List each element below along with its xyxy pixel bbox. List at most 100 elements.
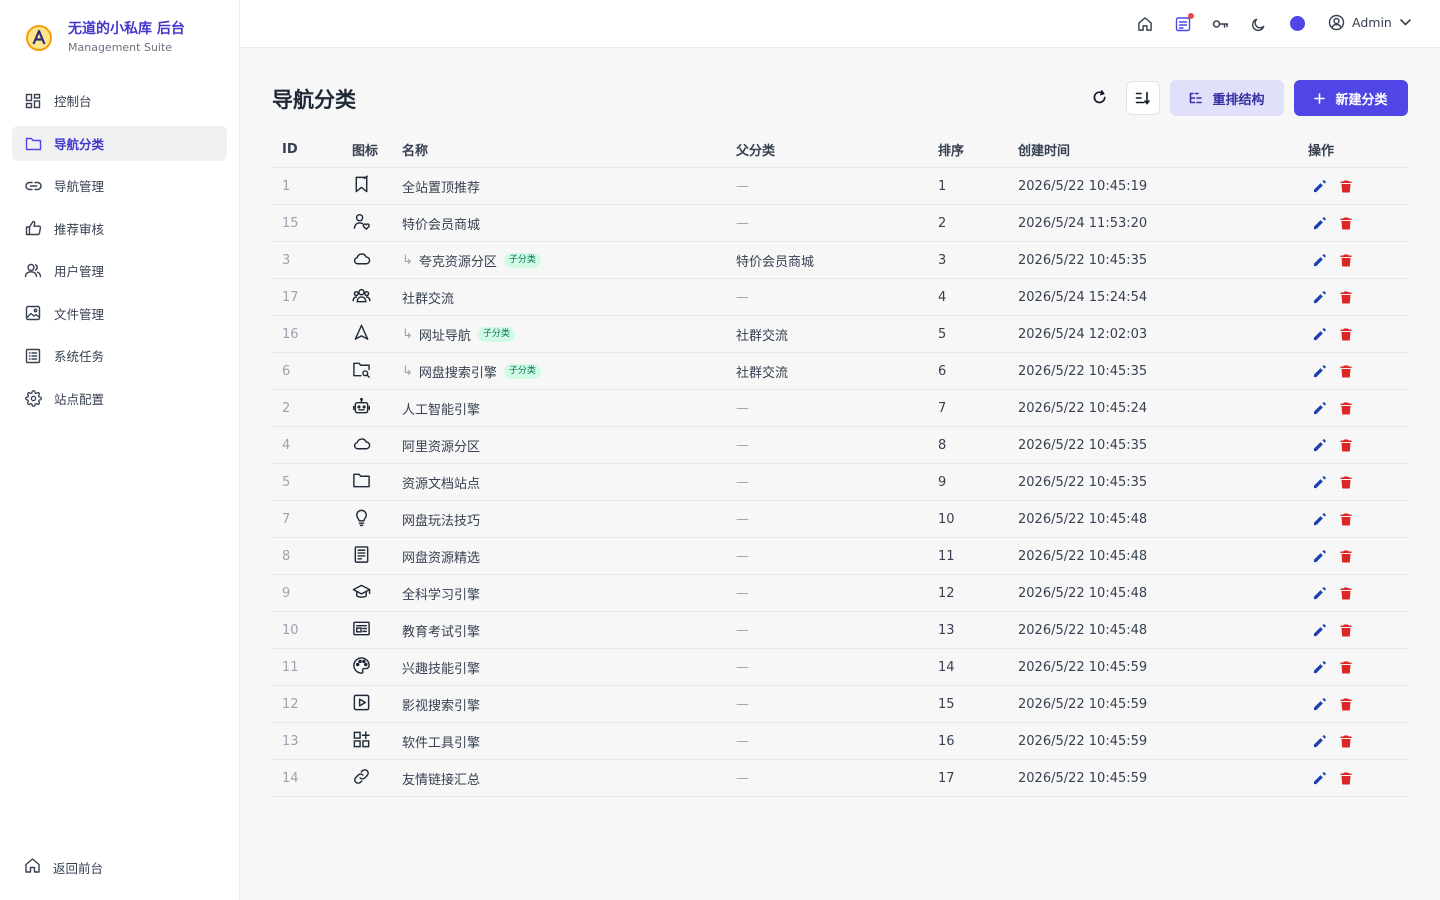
image-icon [24, 304, 42, 322]
sort-icon [1135, 91, 1150, 105]
delete-icon[interactable] [1339, 734, 1353, 748]
delete-icon[interactable] [1339, 438, 1353, 452]
row-id: 2 [282, 400, 291, 416]
user-menu[interactable]: Admin [1328, 14, 1411, 31]
table-row[interactable]: 17 社群交流 — 4 2026/5/24 15:24:54 [272, 279, 1408, 316]
sidebar-item-files[interactable]: 文件管理 [12, 296, 227, 331]
table-row[interactable]: 15 特价会员商城 — 2 2026/5/24 11:53:20 [272, 205, 1408, 242]
edit-icon[interactable] [1312, 660, 1326, 674]
row-sort: 12 [938, 585, 955, 601]
refresh-button[interactable] [1088, 86, 1110, 108]
delete-icon[interactable] [1339, 586, 1353, 600]
sidebar-item-nav-management[interactable]: 导航管理 [12, 168, 227, 203]
notifications-icon[interactable] [1173, 13, 1194, 34]
table-row[interactable]: 4 阿里资源分区 — 8 2026/5/22 10:45:35 [272, 427, 1408, 464]
sidebar-item-users[interactable]: 用户管理 [12, 253, 227, 288]
edit-icon[interactable] [1312, 512, 1326, 526]
delete-icon[interactable] [1339, 697, 1353, 711]
row-parent: — [736, 697, 938, 712]
row-icon-cell [342, 767, 402, 790]
column-header-created: 创建时间 [1018, 144, 1071, 159]
edit-icon[interactable] [1312, 623, 1326, 637]
row-parent-value: — [736, 289, 749, 305]
sidebar-item-system-tasks[interactable]: 系统任务 [12, 338, 227, 373]
sort-toggle-button[interactable] [1126, 81, 1160, 115]
table-row[interactable]: 13 软件工具引擎 — 16 2026/5/22 10:45:59 [272, 723, 1408, 760]
delete-icon[interactable] [1339, 290, 1353, 304]
table-row[interactable]: 6 ↳ 网盘搜索引擎 子分类 社群交流 6 2026/5/22 10:45:35 [272, 353, 1408, 390]
row-sort: 10 [938, 511, 955, 527]
edit-icon[interactable] [1312, 734, 1326, 748]
table-row[interactable]: 5 资源文档站点 — 9 2026/5/22 10:45:35 [272, 464, 1408, 501]
delete-icon[interactable] [1339, 364, 1353, 378]
table-row[interactable]: 2 人工智能引擎 — 7 2026/5/22 10:45:24 [272, 390, 1408, 427]
table-row[interactable]: 9 全科学习引擎 — 12 2026/5/22 10:45:48 [272, 575, 1408, 612]
row-actions [1308, 327, 1408, 341]
row-created: 2026/5/22 10:45:48 [1018, 585, 1148, 601]
key-icon[interactable] [1210, 14, 1230, 34]
back-to-frontend-link[interactable]: 返回前台 [24, 857, 103, 878]
table-row[interactable]: 11 兴趣技能引擎 — 14 2026/5/22 10:45:59 [272, 649, 1408, 686]
delete-icon[interactable] [1339, 771, 1353, 785]
group-icon [352, 286, 371, 305]
edit-icon[interactable] [1312, 586, 1326, 600]
row-actions [1308, 438, 1408, 452]
delete-icon[interactable] [1339, 327, 1353, 341]
sidebar-item-recommend-review[interactable]: 推荐审核 [12, 211, 227, 246]
edit-icon[interactable] [1312, 401, 1326, 415]
edit-icon[interactable] [1312, 438, 1326, 452]
restructure-button[interactable]: 重排结构 [1170, 80, 1284, 116]
edit-icon[interactable] [1312, 327, 1326, 341]
table-row[interactable]: 16 ↳ 网址导航 子分类 社群交流 5 2026/5/24 12:02:03 [272, 316, 1408, 353]
delete-icon[interactable] [1339, 660, 1353, 674]
table-row[interactable]: 7 网盘玩法技巧 — 10 2026/5/22 10:45:48 [272, 501, 1408, 538]
table-row[interactable]: 1 全站置顶推荐 — 1 2026/5/22 10:45:19 [272, 168, 1408, 205]
notification-dot [1188, 13, 1194, 19]
sidebar-item-site-config[interactable]: 站点配置 [12, 381, 227, 416]
delete-icon[interactable] [1339, 475, 1353, 489]
edit-icon[interactable] [1312, 216, 1326, 230]
edit-icon[interactable] [1312, 549, 1326, 563]
sidebar-item-dashboard[interactable]: 控制台 [12, 83, 227, 118]
column-header-id: ID [282, 142, 298, 157]
edit-icon[interactable] [1312, 290, 1326, 304]
edit-icon[interactable] [1312, 771, 1326, 785]
delete-icon[interactable] [1339, 179, 1353, 193]
row-icon-cell [342, 249, 402, 272]
table-row[interactable]: 14 友情链接汇总 — 17 2026/5/22 10:45:59 [272, 760, 1408, 797]
edit-icon[interactable] [1312, 253, 1326, 267]
delete-icon[interactable] [1339, 623, 1353, 637]
row-parent: 社群交流 [736, 362, 938, 381]
brand[interactable]: 无道的小私库 后台 Management Suite [24, 20, 185, 55]
theme-color-dot[interactable] [1290, 16, 1305, 31]
new-category-button[interactable]: 新建分类 [1294, 80, 1408, 116]
delete-icon[interactable] [1339, 401, 1353, 415]
edit-icon[interactable] [1312, 475, 1326, 489]
delete-icon[interactable] [1339, 512, 1353, 526]
edit-icon[interactable] [1312, 179, 1326, 193]
row-created: 2026/5/24 11:53:20 [1018, 215, 1148, 231]
sidebar-item-nav-categories[interactable]: 导航分类 [12, 125, 227, 161]
table-row[interactable]: 3 ↳ 夸克资源分区 子分类 特价会员商城 3 2026/5/22 10:45:35 [272, 242, 1408, 279]
row-id: 16 [282, 326, 299, 342]
delete-icon[interactable] [1339, 549, 1353, 563]
child-arrow-icon: ↳ [402, 252, 413, 268]
table-row[interactable]: 8 网盘资源精选 — 11 2026/5/22 10:45:48 [272, 538, 1408, 575]
row-name-cell: 网盘资源精选 [402, 547, 736, 566]
row-parent: — [736, 771, 938, 786]
brand-text: 无道的小私库 后台 Management Suite [68, 20, 185, 55]
table-row[interactable]: 12 影视搜索引擎 — 15 2026/5/22 10:45:59 [272, 686, 1408, 723]
column-header-parent: 父分类 [736, 144, 776, 159]
row-name: 兴趣技能引擎 [402, 661, 481, 677]
row-name: 影视搜索引擎 [402, 698, 481, 714]
home-icon[interactable] [1135, 14, 1155, 34]
delete-icon[interactable] [1339, 216, 1353, 230]
row-actions [1308, 364, 1408, 378]
edit-icon[interactable] [1312, 697, 1326, 711]
delete-icon[interactable] [1339, 253, 1353, 267]
row-parent-value: — [736, 585, 749, 601]
edit-icon[interactable] [1312, 364, 1326, 378]
sidebar-nav: 控制台 导航分类 导航管理 推荐审核 用户管理 文件管理 系统任务 站点配置 [12, 83, 227, 423]
moon-icon[interactable] [1248, 14, 1268, 34]
table-row[interactable]: 10 教育考试引擎 — 13 2026/5/22 10:45:48 [272, 612, 1408, 649]
